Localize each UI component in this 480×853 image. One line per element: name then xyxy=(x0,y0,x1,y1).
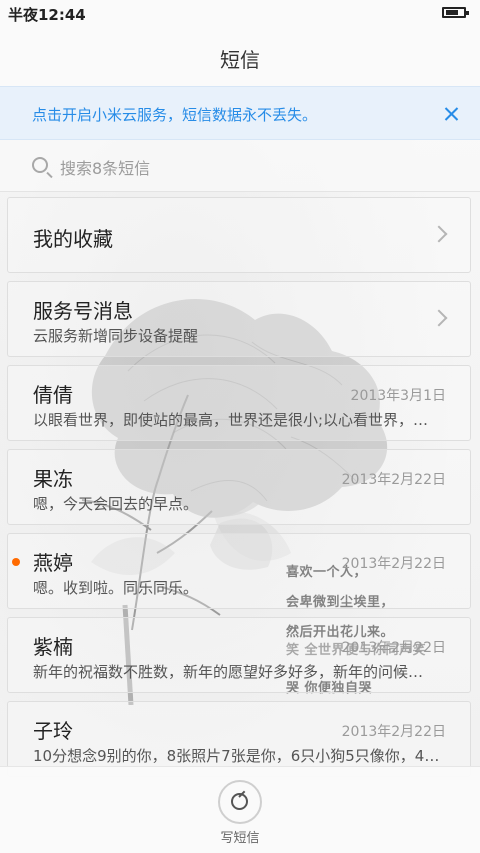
conversation-zinan[interactable]: 紫楠 2013年2月22日 新年的祝福数不胜数，新年的愿望好多好多，新年的问候… xyxy=(7,617,471,693)
close-icon[interactable] xyxy=(437,100,465,128)
banner-text[interactable]: 点击开启小米云服务，短信数据永不丢失。 xyxy=(32,104,317,125)
conversation-preview: 10分想念9别的你，8张照片7张是你，6只小狗5只像你，4… xyxy=(33,747,440,765)
conversation-favorites[interactable]: 我的收藏 xyxy=(7,197,471,273)
conversation-preview: 新年的祝福数不胜数，新年的愿望好多好多，新年的问候… xyxy=(33,663,424,681)
battery-icon xyxy=(442,7,469,18)
conversation-title: 子玲 xyxy=(33,719,73,743)
conversation-title: 倩倩 xyxy=(33,383,73,407)
conversation-date: 2013年3月1日 xyxy=(350,388,446,404)
chevron-right-icon xyxy=(430,225,448,243)
conversation-title: 紫楠 xyxy=(33,635,73,659)
search-bar[interactable] xyxy=(0,140,480,192)
conversation-preview: 嗯，今天会回去的早点。 xyxy=(33,495,199,513)
conversation-qianqian[interactable]: 倩倩 2013年3月1日 以眼看世界，即使站的最高，世界还是很小;以心看世界，… xyxy=(7,365,471,441)
cloud-service-banner[interactable]: 点击开启小米云服务，短信数据永不丢失。 xyxy=(0,86,480,140)
conversation-title: 我的收藏 xyxy=(33,227,113,251)
compose-label[interactable]: 写短信 xyxy=(0,827,480,846)
conversation-date: 2013年2月22日 xyxy=(341,724,446,740)
bottom-bar: 写短信 xyxy=(0,766,480,853)
title-bar: 短信 xyxy=(0,28,480,86)
conversation-preview: 云服务新增同步设备提醒 xyxy=(33,327,199,345)
conversation-yanting[interactable]: 燕婷 2013年2月22日 嗯。收到啦。同乐同乐。 xyxy=(7,533,471,609)
conversation-title: 果冻 xyxy=(33,467,73,491)
conversation-date: 2013年2月22日 xyxy=(341,556,446,572)
conversation-preview: 嗯。收到啦。同乐同乐。 xyxy=(33,579,199,597)
search-icon xyxy=(32,157,48,173)
conversation-service-messages[interactable]: 服务号消息 云服务新增同步设备提醒 xyxy=(7,281,471,357)
messages-screen: 喜欢一个人， 会卑微到尘埃里， 然后开出花儿来。 笑 全世界便与你同声笑 哭 你… xyxy=(0,0,480,853)
status-bar: 半夜12:44 xyxy=(0,0,480,28)
status-time: 半夜12:44 xyxy=(8,6,86,24)
compose-icon xyxy=(231,793,248,810)
compose-button[interactable] xyxy=(218,780,262,824)
conversation-date: 2013年2月22日 xyxy=(341,640,446,656)
conversation-title: 服务号消息 xyxy=(33,299,133,323)
conversation-title: 燕婷 xyxy=(33,551,73,575)
unread-dot-icon xyxy=(12,558,20,566)
search-input[interactable] xyxy=(58,155,362,181)
chevron-right-icon xyxy=(430,309,448,327)
conversation-guodong[interactable]: 果冻 2013年2月22日 嗯，今天会回去的早点。 xyxy=(7,449,471,525)
conversation-date: 2013年2月22日 xyxy=(341,472,446,488)
page-title: 短信 xyxy=(220,48,260,72)
conversation-preview: 以眼看世界，即使站的最高，世界还是很小;以心看世界，… xyxy=(33,411,429,429)
